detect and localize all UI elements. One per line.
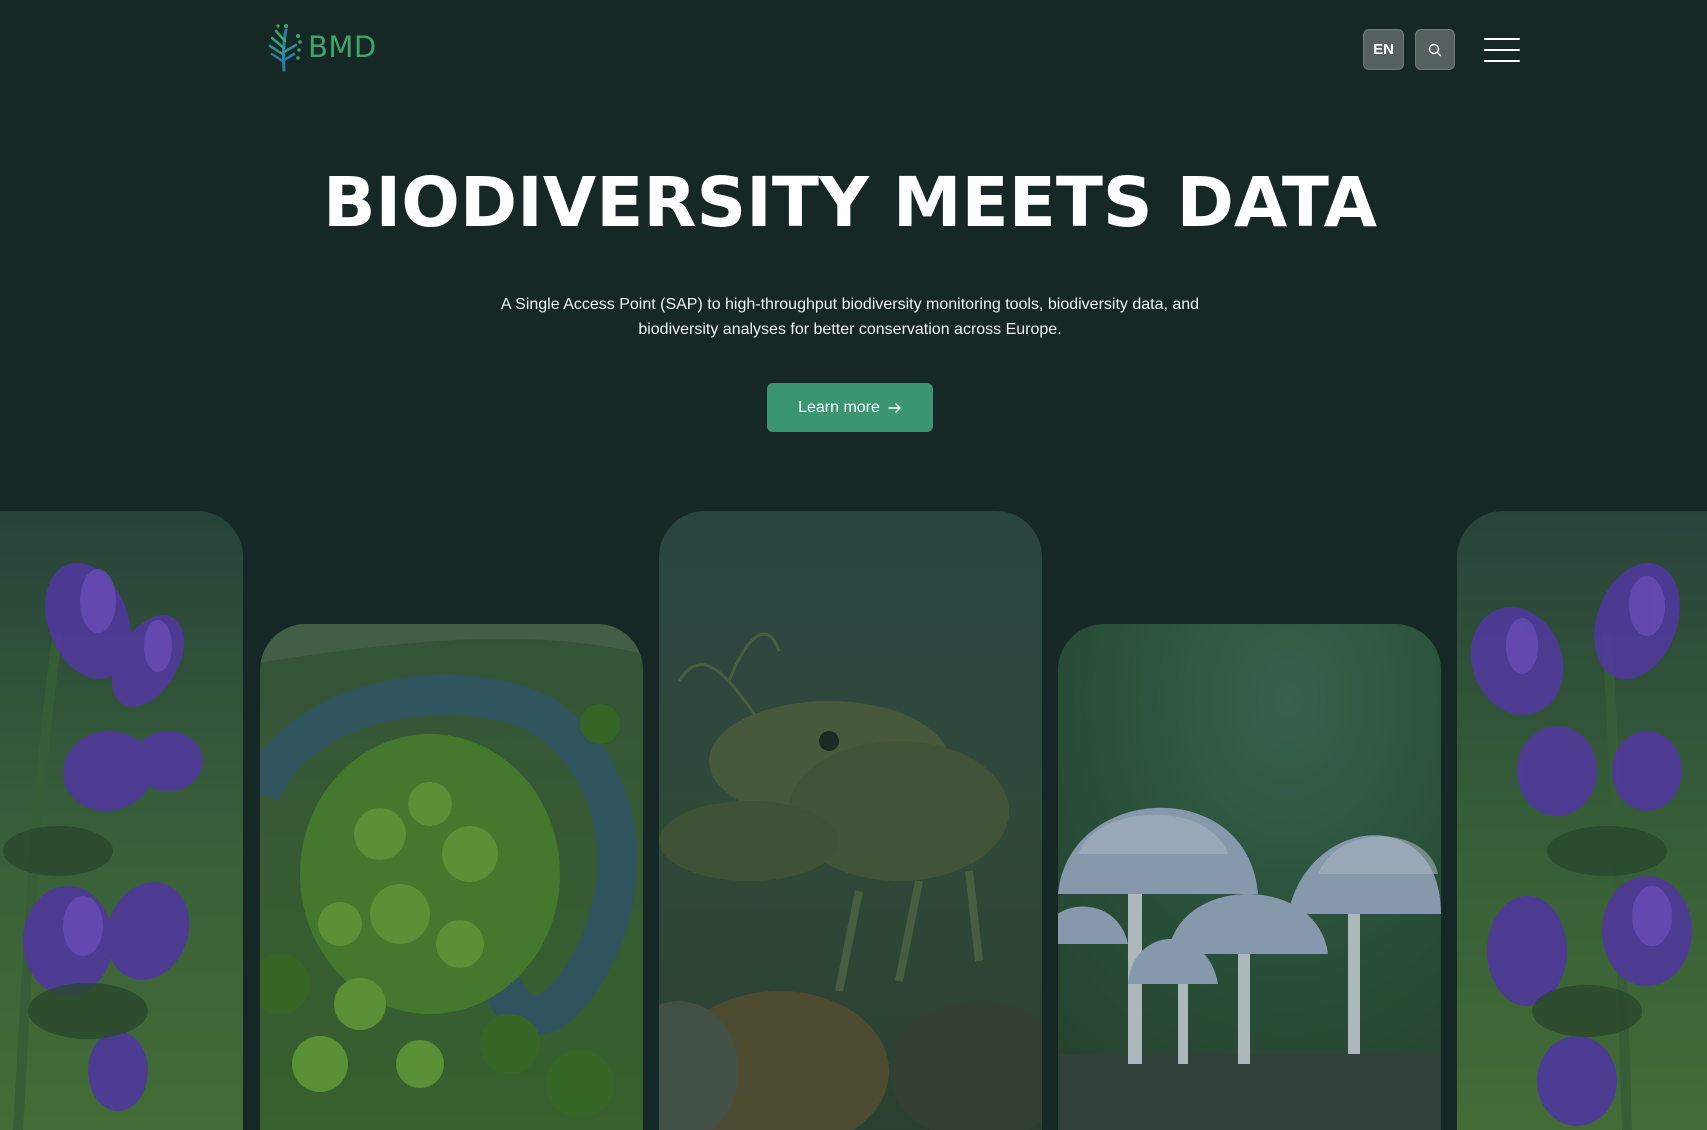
menu-line (1484, 60, 1520, 62)
purple-flowers-image (1457, 511, 1707, 1130)
search-icon (1428, 43, 1442, 56)
river-aerial-image (260, 624, 643, 1130)
menu-line (1484, 49, 1520, 51)
hero-title: BIODIVERSITY MEETS DATA (322, 163, 1378, 243)
purple-flowers-image (0, 511, 243, 1130)
crayfish-image (659, 511, 1042, 1130)
learn-more-button[interactable]: Learn more (767, 383, 933, 432)
logo-icon (268, 24, 302, 72)
logo-text: BMD (308, 30, 377, 64)
logo[interactable]: BMD (264, 22, 377, 72)
search-button[interactable] (1415, 29, 1455, 70)
learn-more-label: Learn more (798, 398, 880, 416)
hamburger-menu-icon[interactable] (1484, 38, 1520, 62)
menu-line (1484, 38, 1520, 40)
hero-description: A Single Access Point (SAP) to high-thro… (500, 296, 1200, 338)
arrow-right-icon (888, 402, 901, 413)
language-button[interactable]: EN (1363, 29, 1404, 70)
page: BMD EN BIODIVERSITY MEETS DATA A Single … (0, 0, 1707, 1130)
mushrooms-image (1058, 624, 1441, 1130)
